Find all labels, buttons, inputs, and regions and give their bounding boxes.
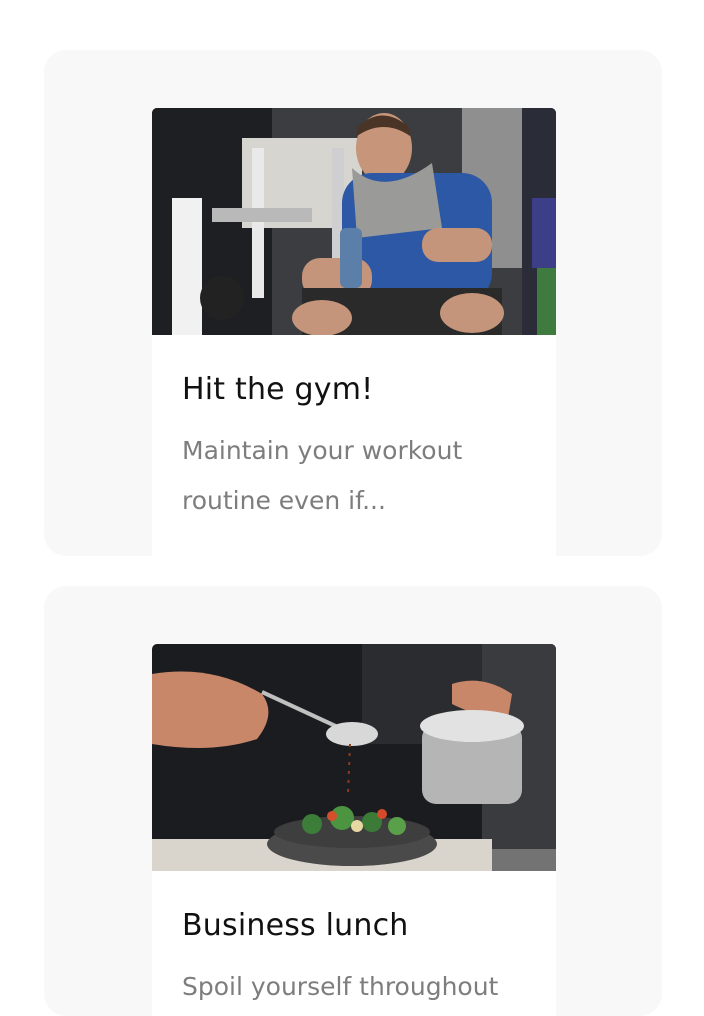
card-content[interactable]: Business lunch Spoil yourself throughout <box>152 644 556 1016</box>
card-title: Business lunch <box>182 908 409 943</box>
card-content[interactable]: Hit the gym! Maintain your workout routi… <box>152 108 556 556</box>
gym-photo <box>152 108 556 335</box>
activity-card[interactable]: Business lunch Spoil yourself throughout <box>44 586 662 1016</box>
chef-salad-photo <box>152 644 556 871</box>
card-description: Spoil yourself throughout <box>182 972 499 1001</box>
card-title: Hit the gym! <box>182 372 374 407</box>
card-description: Maintain your workout routine even if... <box>182 436 463 515</box>
activity-card[interactable]: Hit the gym! Maintain your workout routi… <box>44 50 662 556</box>
